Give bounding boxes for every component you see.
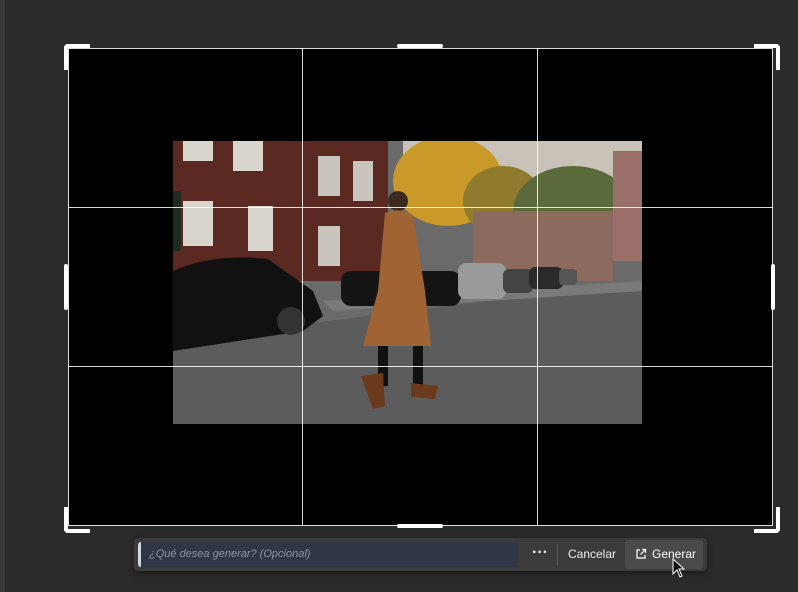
generate-button[interactable]: Generar [625, 540, 703, 569]
grid-line-vertical-2 [537, 48, 538, 526]
generate-prompt-bar: ¿Qué desea generar? (Opcional) ··· Cance… [134, 538, 707, 571]
grid-line-horizontal-1 [68, 207, 773, 208]
grid-line-horizontal-2 [68, 366, 773, 367]
prompt-input[interactable]: ¿Qué desea generar? (Opcional) [138, 542, 518, 567]
crop-handle-left[interactable] [64, 264, 68, 310]
grid-line-vertical-1 [302, 48, 303, 526]
more-options-button[interactable]: ··· [526, 542, 554, 567]
crop-handle-bottom[interactable] [397, 524, 443, 528]
open-external-icon [636, 548, 647, 559]
crop-handle-right[interactable] [771, 264, 775, 310]
crop-handle-top[interactable] [397, 44, 443, 48]
photo-street-illustration [173, 141, 642, 424]
crop-handle-top-right[interactable] [754, 44, 780, 70]
crop-handle-bottom-left[interactable] [64, 507, 90, 533]
crop-handle-bottom-right[interactable] [754, 507, 780, 533]
toolbar-divider [557, 544, 558, 565]
crop-handle-top-left[interactable] [64, 44, 90, 70]
photo-image [173, 141, 642, 424]
mouse-pointer-icon [672, 558, 686, 578]
cancel-button[interactable]: Cancelar [562, 542, 622, 567]
